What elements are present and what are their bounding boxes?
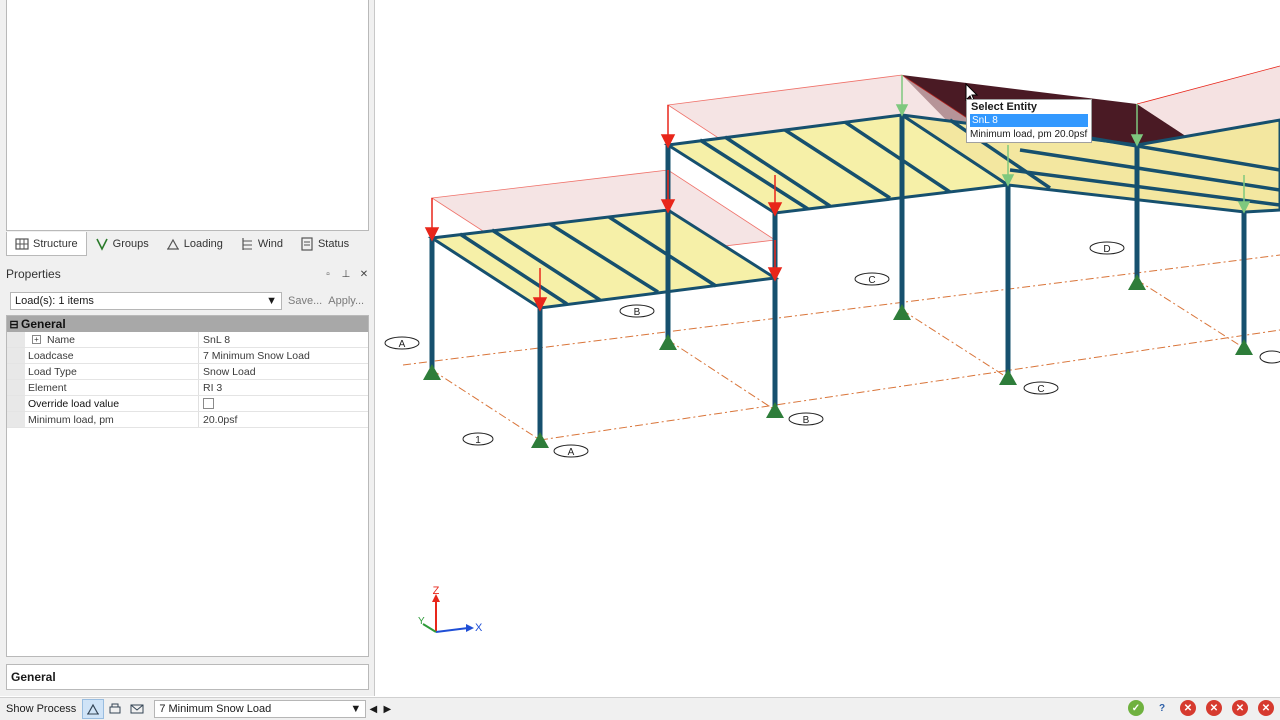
category-general[interactable]: ⊟ General — [7, 316, 368, 332]
property-row-name[interactable]: + Name SnL 8 — [7, 332, 368, 348]
panel-tab-strip: Structure Groups Loading Wind Status — [6, 232, 369, 256]
expand-icon[interactable]: + — [32, 335, 41, 344]
status-bar: Show Process 7 Minimum Snow Load ▼ ◀ ▶ ✓… — [0, 697, 1280, 720]
property-value[interactable]: Snow Load — [203, 366, 256, 378]
property-name: Loadcase — [28, 349, 74, 362]
property-row-element[interactable]: Element RI 3 — [7, 380, 368, 396]
loadcase-dropdown[interactable]: 7 Minimum Snow Load ▼ — [154, 700, 367, 718]
print-icon[interactable] — [104, 699, 126, 719]
property-row-load-type[interactable]: Load Type Snow Load — [7, 364, 368, 380]
grid-label-a: A — [399, 339, 406, 350]
previous-loadcase-button[interactable]: ◀ — [366, 704, 380, 715]
show-process-button[interactable]: Show Process — [0, 703, 82, 715]
wind-icon — [242, 238, 252, 250]
loadcase-value: 7 Minimum Snow Load — [159, 703, 272, 715]
close-icon[interactable]: ✕ — [359, 269, 369, 280]
property-row-override[interactable]: Override load value — [7, 396, 368, 412]
popup-description: Minimum load, pm 20.0psf — [970, 129, 1088, 140]
grid-label-b: B — [634, 307, 641, 318]
help-icon[interactable]: ? — [1154, 700, 1170, 716]
property-grid: ⊟ General + Name SnL 8 Loadcase 7 Minimum… — [6, 315, 369, 657]
axis-y-label: Y — [418, 616, 425, 627]
selection-row: Load(s): 1 items ▼ Save... Apply... — [10, 292, 370, 310]
selection-dropdown[interactable]: Load(s): 1 items ▼ — [10, 292, 282, 310]
mail-icon[interactable] — [126, 699, 148, 719]
properties-header: Properties ▫ ⊥ ✕ — [0, 264, 375, 284]
left-panel: Structure Groups Loading Wind Status Pro… — [0, 0, 375, 696]
tab-label: Loading — [183, 238, 223, 250]
chevron-down-icon: ▼ — [350, 703, 362, 715]
popup-title: Select Entity — [971, 101, 1038, 113]
axis-z-label: Z — [433, 585, 440, 597]
next-loadcase-button[interactable]: ▶ — [380, 704, 394, 715]
loading-icon — [166, 238, 179, 250]
window-menu-icon[interactable]: ▫ — [323, 269, 333, 280]
tab-label: Structure — [33, 237, 78, 250]
pin-icon[interactable]: ⊥ — [341, 269, 351, 280]
description-panel: General — [6, 664, 369, 690]
tab-label: Groups — [112, 238, 149, 250]
tab-label: Status — [317, 238, 350, 250]
structure-tree[interactable] — [6, 0, 369, 231]
category-label: General — [21, 317, 66, 331]
save-button[interactable]: Save... — [288, 295, 322, 307]
popup-selected-item[interactable]: SnL 8 — [970, 114, 1088, 127]
tab-loading[interactable]: Loading — [158, 232, 232, 256]
description-title: General — [11, 670, 56, 684]
apply-button[interactable]: Apply... — [328, 295, 364, 307]
property-value[interactable]: SnL 8 — [203, 334, 230, 346]
error-icon[interactable]: ✕ — [1232, 700, 1248, 716]
property-name: Element — [28, 381, 67, 394]
groups-icon — [95, 238, 108, 251]
property-value[interactable]: 7 Minimum Snow Load — [203, 350, 310, 362]
property-name: Name — [47, 333, 76, 346]
selection-value: Load(s): 1 items — [15, 295, 94, 307]
chevron-down-icon: ▼ — [266, 295, 277, 307]
tab-groups[interactable]: Groups — [87, 232, 158, 256]
property-name: Override load value — [28, 397, 120, 410]
collapse-icon[interactable]: ⊟ — [7, 316, 21, 332]
check-icon[interactable]: ✓ — [1128, 700, 1144, 716]
tab-status[interactable]: Status — [292, 232, 358, 256]
status-icon — [301, 237, 313, 251]
error-icon[interactable]: ✕ — [1206, 700, 1222, 716]
grid-label-d: D — [1103, 244, 1110, 255]
property-name: Minimum load, pm — [28, 413, 114, 426]
override-checkbox[interactable] — [203, 398, 214, 409]
error-icon[interactable]: ✕ — [1258, 700, 1274, 716]
tab-wind[interactable]: Wind — [232, 232, 292, 256]
select-entity-popup[interactable]: Select Entity SnL 8 Minimum load, pm 20.… — [966, 99, 1092, 143]
grid-label-a: A — [568, 447, 575, 458]
property-row-minimum-load[interactable]: Minimum load, pm 20.0psf — [7, 412, 368, 428]
property-row-loadcase[interactable]: Loadcase 7 Minimum Snow Load — [7, 348, 368, 364]
grid-label-c: C — [1037, 384, 1044, 395]
axis-x-label: X — [475, 622, 483, 634]
structure-model[interactable]: A A 1 B B C C D Z X Y — [376, 0, 1280, 696]
grid-label-c: C — [868, 275, 875, 286]
error-icon[interactable]: ✕ — [1180, 700, 1196, 716]
properties-title: Properties — [6, 267, 61, 281]
grid-label-1: 1 — [475, 435, 481, 446]
axis-triad: Z X Y — [418, 585, 483, 634]
grid-label-b: B — [803, 415, 810, 426]
tab-label: Wind — [257, 238, 283, 250]
property-name: Load Type — [28, 365, 77, 378]
property-value[interactable]: 20.0psf — [203, 414, 237, 426]
property-value[interactable]: RI 3 — [203, 382, 222, 394]
structure-view-icon[interactable] — [82, 699, 105, 719]
model-viewport[interactable]: A A 1 B B C C D Z X Y Select Entity SnL … — [376, 0, 1280, 696]
tab-structure[interactable]: Structure — [6, 232, 87, 256]
structure-icon — [15, 237, 29, 250]
